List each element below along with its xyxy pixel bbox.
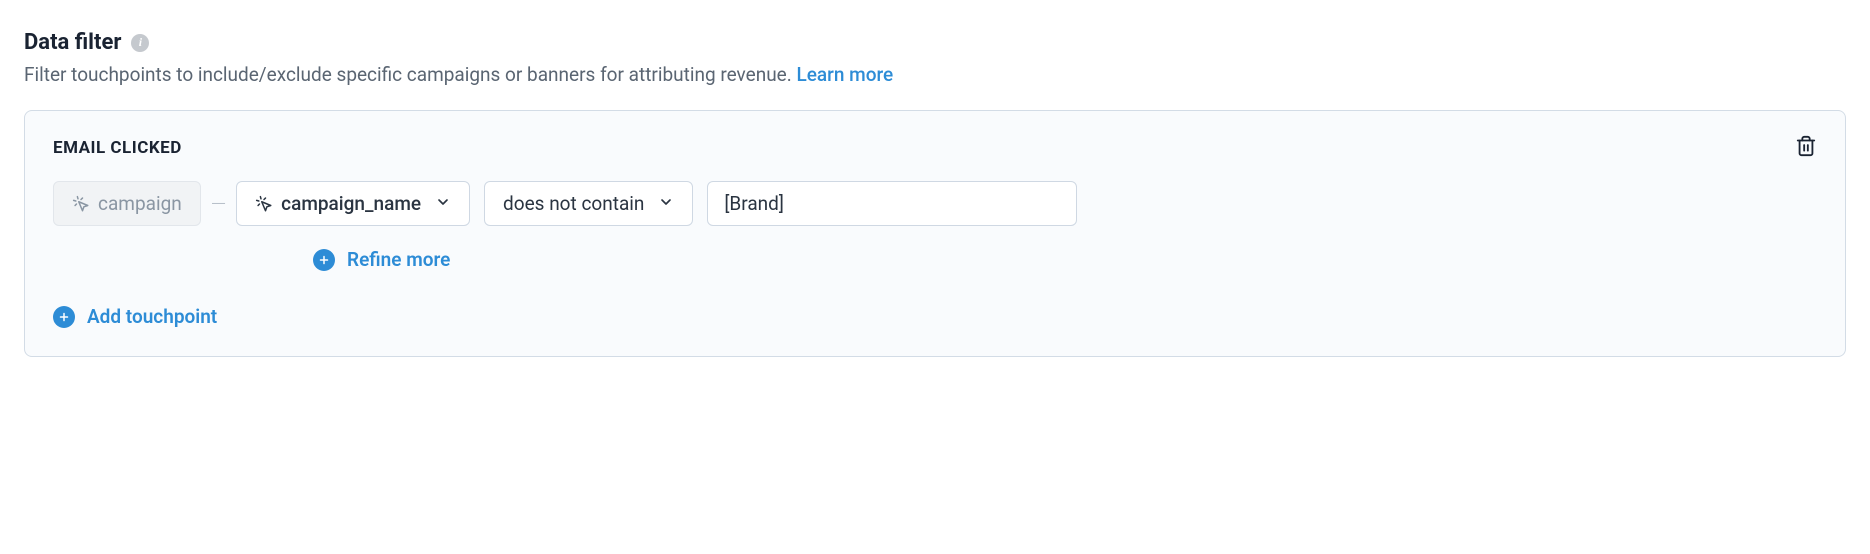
- refine-more-label: Refine more: [347, 248, 450, 271]
- source-chip-label: campaign: [98, 192, 182, 215]
- refine-more-button[interactable]: Refine more: [313, 248, 1817, 271]
- plus-circle-icon: [313, 249, 335, 271]
- add-touchpoint-button[interactable]: Add touchpoint: [53, 305, 1817, 328]
- card-header: EMAIL CLICKED: [53, 135, 1817, 161]
- section-header: Data filter i: [24, 30, 1846, 55]
- property-dropdown[interactable]: campaign_name: [236, 181, 470, 226]
- operator-dropdown[interactable]: does not contain: [484, 181, 693, 226]
- section-description: Filter touchpoints to include/exclude sp…: [24, 63, 1846, 86]
- chevron-down-icon: [658, 192, 674, 215]
- info-icon[interactable]: i: [131, 34, 149, 52]
- description-text: Filter touchpoints to include/exclude sp…: [24, 63, 796, 86]
- touchpoint-title: EMAIL CLICKED: [53, 138, 182, 158]
- chevron-down-icon: [435, 192, 451, 215]
- add-touchpoint-label: Add touchpoint: [87, 305, 217, 328]
- value-input[interactable]: [707, 181, 1077, 226]
- operator-dropdown-label: does not contain: [503, 192, 644, 215]
- cursor-click-icon: [72, 195, 90, 213]
- delete-icon[interactable]: [1795, 135, 1817, 161]
- connector-dash: —: [211, 192, 226, 216]
- cursor-click-icon: [255, 195, 273, 213]
- section-title: Data filter: [24, 30, 121, 55]
- filter-card: EMAIL CLICKED: [24, 110, 1846, 357]
- plus-circle-icon: [53, 306, 75, 328]
- source-chip: campaign: [53, 181, 201, 226]
- property-dropdown-label: campaign_name: [281, 192, 421, 215]
- filter-condition-row: campaign — campaign_name: [53, 181, 1817, 226]
- data-filter-section: Data filter i Filter touchpoints to incl…: [24, 30, 1846, 357]
- refine-more-row: Refine more: [313, 248, 1817, 271]
- learn-more-link[interactable]: Learn more: [796, 63, 893, 86]
